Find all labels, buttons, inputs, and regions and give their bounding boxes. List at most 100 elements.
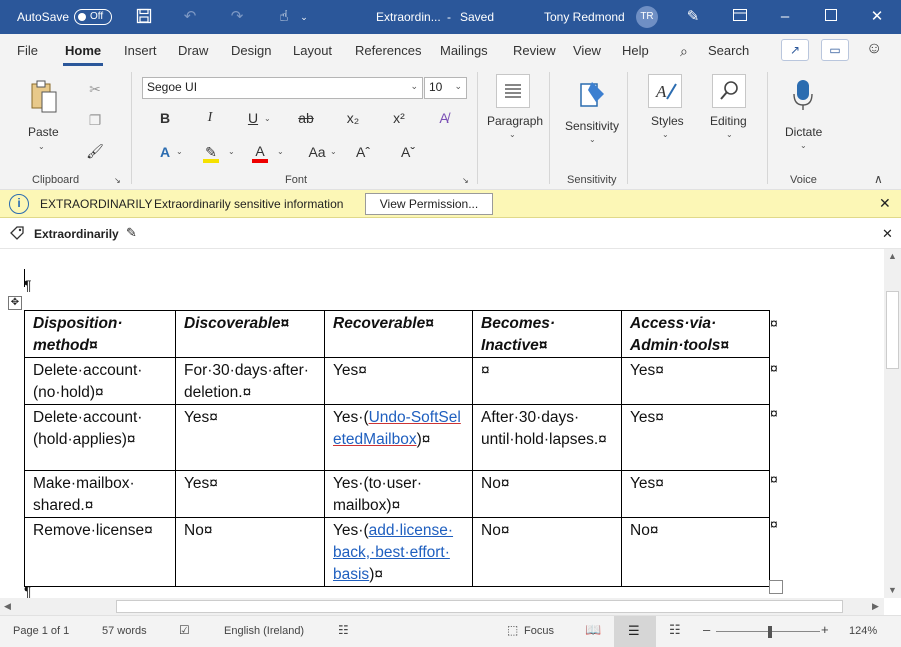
- web-layout-icon[interactable]: ☷: [669, 622, 681, 638]
- minimize-icon[interactable]: –: [776, 8, 794, 26]
- table-cell[interactable]: No¤: [472, 470, 622, 518]
- paragraph-label[interactable]: Paragraph: [487, 114, 543, 128]
- redo-icon[interactable]: ↷: [228, 8, 246, 26]
- dictate-label[interactable]: Dictate: [785, 125, 822, 139]
- table-cell[interactable]: Yes¤: [175, 404, 325, 471]
- styles-label[interactable]: Styles: [651, 114, 684, 128]
- shrink-font-button[interactable]: Aˇ: [397, 141, 419, 163]
- table-cell[interactable]: Yes·(add·license· back,·best·effort· bas…: [324, 517, 473, 587]
- disposition-table[interactable]: Disposition· method¤ Discoverable¤ Recov…: [24, 310, 770, 587]
- zoom-in-icon[interactable]: +: [821, 622, 829, 637]
- save-icon[interactable]: [135, 8, 153, 26]
- zoom-slider-thumb[interactable]: [768, 626, 772, 638]
- microphone-icon[interactable]: [790, 78, 816, 115]
- scroll-up-icon[interactable]: ▲: [888, 251, 897, 261]
- cut-icon[interactable]: ✂: [84, 78, 106, 100]
- pen-icon[interactable]: ✎: [684, 8, 702, 26]
- horizontal-scrollbar[interactable]: ◀ ▶: [0, 598, 884, 615]
- underline-button[interactable]: U: [242, 107, 264, 129]
- customize-toolbar-icon[interactable]: ⌄: [295, 8, 313, 26]
- collapse-ribbon-icon[interactable]: ∧: [874, 172, 883, 186]
- table-move-handle-icon[interactable]: ✥: [8, 296, 22, 310]
- undo-icon[interactable]: ↶: [181, 8, 199, 26]
- autosave-toggle[interactable]: Off: [74, 9, 112, 25]
- change-case-button[interactable]: Aa: [304, 141, 330, 163]
- text-effects-icon[interactable]: A: [154, 141, 176, 163]
- tab-home[interactable]: Home: [65, 43, 101, 58]
- superscript-button[interactable]: x²: [388, 107, 410, 129]
- maximize-icon[interactable]: [822, 8, 840, 26]
- language[interactable]: English (Ireland): [224, 625, 304, 637]
- search-label[interactable]: Search: [708, 43, 749, 58]
- header-cell[interactable]: Becomes· Inactive¤: [472, 310, 622, 358]
- table-cell[interactable]: Delete·account· (no·hold)¤: [24, 357, 176, 405]
- paste-label[interactable]: Paste: [28, 125, 59, 139]
- header-cell[interactable]: Disposition· method¤: [24, 310, 176, 358]
- focus-icon[interactable]: ⬚: [507, 623, 518, 637]
- tab-design[interactable]: Design: [231, 43, 271, 58]
- tab-file[interactable]: File: [17, 43, 38, 58]
- table-cell[interactable]: No¤: [621, 517, 770, 587]
- italic-button[interactable]: I: [199, 107, 221, 129]
- table-cell[interactable]: No¤: [472, 517, 622, 587]
- sensitivity-label[interactable]: Sensitivity: [565, 119, 619, 133]
- proofing-icon[interactable]: ☑: [179, 623, 190, 637]
- paragraph-icon[interactable]: [496, 74, 530, 108]
- clipboard-launcher-icon[interactable]: ↘: [114, 176, 121, 185]
- tab-insert[interactable]: Insert: [124, 43, 157, 58]
- word-count[interactable]: 57 words: [102, 625, 147, 637]
- table-resize-handle[interactable]: [769, 580, 783, 594]
- tab-help[interactable]: Help: [622, 43, 649, 58]
- table-cell[interactable]: Yes¤: [621, 357, 770, 405]
- zoom-out-icon[interactable]: –: [703, 622, 710, 637]
- table-cell[interactable]: Yes·(to·user· mailbox)¤: [324, 470, 473, 518]
- header-cell[interactable]: Discoverable¤: [175, 310, 325, 358]
- edit-pencil-icon[interactable]: ✎: [126, 225, 137, 241]
- editing-label[interactable]: Editing: [710, 114, 747, 128]
- table-cell[interactable]: Make·mailbox· shared.¤: [24, 470, 176, 518]
- font-launcher-icon[interactable]: ↘: [462, 176, 469, 185]
- tab-layout[interactable]: Layout: [293, 43, 332, 58]
- document-area[interactable]: ¶ ✥ Disposition· method¤ Discoverable¤ R…: [0, 249, 884, 598]
- page-count[interactable]: Page 1 of 1: [13, 625, 69, 637]
- tab-review[interactable]: Review: [513, 43, 556, 58]
- table-cell[interactable]: Yes¤: [324, 357, 473, 405]
- table-cell[interactable]: For·30·days·after· deletion.¤: [175, 357, 325, 405]
- paste-icon[interactable]: [29, 80, 59, 119]
- touch-mode-icon[interactable]: ☝: [275, 8, 293, 26]
- table-cell[interactable]: Yes¤: [621, 470, 770, 518]
- zoom-level[interactable]: 124%: [849, 625, 877, 637]
- scroll-down-icon[interactable]: ▼: [888, 585, 897, 595]
- avatar[interactable]: TR: [636, 6, 658, 28]
- strikethrough-button[interactable]: ab: [295, 107, 317, 129]
- close-icon[interactable]: ✕: [882, 226, 893, 242]
- user-name[interactable]: Tony Redmond: [544, 10, 625, 24]
- share-button[interactable]: ↗: [781, 39, 809, 61]
- accessibility-icon[interactable]: ☷: [338, 623, 349, 637]
- sensitivity-label-name[interactable]: Extraordinarily: [34, 227, 119, 241]
- table-cell[interactable]: Yes¤: [175, 470, 325, 518]
- comments-button[interactable]: ▭: [821, 39, 849, 61]
- read-mode-icon[interactable]: 📖: [585, 622, 601, 638]
- clear-formatting-icon[interactable]: A̸: [433, 107, 455, 129]
- scroll-right-icon[interactable]: ▶: [872, 601, 879, 612]
- table-cell[interactable]: Yes·(Undo-SoftSeletedMailbox)¤: [324, 404, 473, 471]
- horizontal-scroll-thumb[interactable]: [116, 600, 843, 613]
- tab-draw[interactable]: Draw: [178, 43, 208, 58]
- tab-mailings[interactable]: Mailings: [440, 43, 488, 58]
- scroll-left-icon[interactable]: ◀: [4, 601, 11, 612]
- document-title[interactable]: Extraordin...: [376, 10, 441, 24]
- editing-icon[interactable]: [712, 74, 746, 108]
- search-icon[interactable]: ⌕: [680, 43, 688, 60]
- vertical-scrollbar[interactable]: ▲ ▼: [884, 249, 901, 598]
- ribbon-display-icon[interactable]: [731, 8, 749, 26]
- close-icon[interactable]: ✕: [879, 195, 891, 212]
- close-icon[interactable]: ✕: [868, 8, 886, 26]
- styles-icon[interactable]: A: [648, 74, 682, 108]
- tab-references[interactable]: References: [355, 43, 421, 58]
- table-cell[interactable]: Delete·account· (hold·applies)¤: [24, 404, 176, 471]
- font-name-select[interactable]: Segoe UI ⌄: [142, 77, 423, 99]
- tab-view[interactable]: View: [573, 43, 601, 58]
- grow-font-button[interactable]: Aˆ: [352, 141, 374, 163]
- table-cell[interactable]: No¤: [175, 517, 325, 587]
